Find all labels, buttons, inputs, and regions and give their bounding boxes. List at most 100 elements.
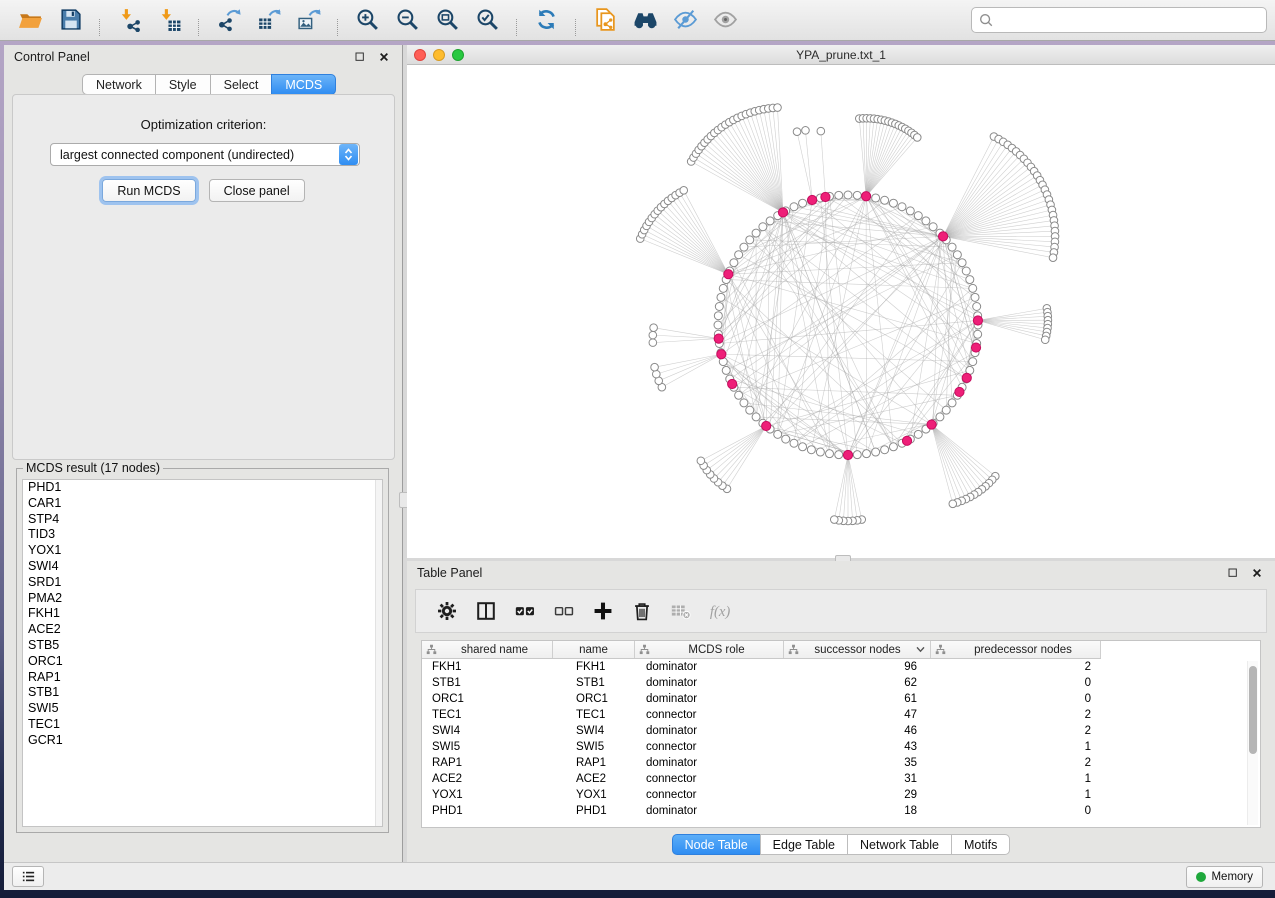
export-network-button[interactable] bbox=[211, 3, 245, 35]
mcds-result-item[interactable]: STP4 bbox=[23, 512, 382, 528]
table-cell[interactable]: FKH1 bbox=[553, 661, 635, 673]
mcds-result-item[interactable]: PMA2 bbox=[23, 591, 382, 607]
tab-select[interactable]: Select bbox=[210, 74, 272, 95]
tab-style[interactable]: Style bbox=[155, 74, 210, 95]
table-row[interactable]: STB1STB1dominator620 bbox=[422, 675, 1260, 691]
select-all-rows-button[interactable] bbox=[508, 594, 542, 628]
table-cell[interactable]: YOX1 bbox=[553, 789, 635, 801]
criterion-dropdown[interactable]: largest connected component (undirected) bbox=[50, 143, 360, 166]
mcds-result-item[interactable]: CAR1 bbox=[23, 496, 382, 512]
tab-edge-table[interactable]: Edge Table bbox=[760, 834, 847, 855]
mcds-result-item[interactable]: TEC1 bbox=[23, 717, 382, 733]
table-cell[interactable]: 1 bbox=[931, 741, 1101, 753]
mcds-result-item[interactable]: ORC1 bbox=[23, 654, 382, 670]
float-table-panel-icon[interactable] bbox=[1225, 565, 1241, 581]
search-input[interactable] bbox=[994, 10, 1260, 30]
mcds-result-item[interactable]: FKH1 bbox=[23, 606, 382, 622]
network-from-file-button[interactable] bbox=[588, 3, 622, 35]
table-cell[interactable]: 29 bbox=[784, 789, 931, 801]
mcds-result-item[interactable]: PHD1 bbox=[23, 480, 382, 496]
table-cell[interactable]: dominator bbox=[635, 757, 784, 769]
column-header-predecessor-nodes[interactable]: predecessor nodes bbox=[931, 641, 1101, 658]
table-cell[interactable]: 46 bbox=[784, 725, 931, 737]
table-cell[interactable]: 18 bbox=[784, 805, 931, 817]
open-session-button[interactable] bbox=[13, 3, 47, 35]
table-cell[interactable]: 2 bbox=[931, 709, 1101, 721]
table-cell[interactable]: YOX1 bbox=[422, 789, 553, 801]
tab-network[interactable]: Network bbox=[82, 74, 155, 95]
table-cell[interactable]: TEC1 bbox=[422, 709, 553, 721]
hide-graphics-button[interactable] bbox=[668, 3, 702, 35]
mcds-result-item[interactable]: STB5 bbox=[23, 638, 382, 654]
table-cell[interactable]: STB1 bbox=[553, 677, 635, 689]
table-cell[interactable]: 0 bbox=[931, 805, 1101, 817]
delete-table-button[interactable] bbox=[664, 594, 698, 628]
table-cell[interactable]: dominator bbox=[635, 805, 784, 817]
export-table-button[interactable] bbox=[251, 3, 285, 35]
table-cell[interactable]: 47 bbox=[784, 709, 931, 721]
table-cell[interactable]: SWI5 bbox=[422, 741, 553, 753]
table-scrollbar[interactable] bbox=[1247, 661, 1258, 825]
column-header-name[interactable]: name bbox=[553, 641, 635, 658]
table-row[interactable]: ACE2ACE2connector311 bbox=[422, 771, 1260, 787]
memory-button[interactable]: Memory bbox=[1186, 866, 1263, 888]
result-scrollbar[interactable] bbox=[375, 480, 382, 826]
column-view-button[interactable] bbox=[469, 594, 503, 628]
tab-mcds[interactable]: MCDS bbox=[271, 74, 336, 95]
table-cell[interactable]: 31 bbox=[784, 773, 931, 785]
table-cell[interactable]: ORC1 bbox=[553, 693, 635, 705]
column-header-successor-nodes[interactable]: successor nodes bbox=[784, 641, 931, 658]
table-row[interactable]: RAP1RAP1dominator352 bbox=[422, 755, 1260, 771]
table-cell[interactable]: ACE2 bbox=[553, 773, 635, 785]
close-table-panel-icon[interactable] bbox=[1249, 565, 1265, 581]
column-header-shared-name[interactable]: shared name bbox=[422, 641, 553, 658]
table-cell[interactable]: 2 bbox=[931, 661, 1101, 673]
tab-motifs[interactable]: Motifs bbox=[951, 834, 1010, 855]
mcds-result-item[interactable]: SWI4 bbox=[23, 559, 382, 575]
table-cell[interactable]: PHD1 bbox=[553, 805, 635, 817]
mcds-result-item[interactable]: GCR1 bbox=[23, 733, 382, 749]
table-row[interactable]: TEC1TEC1connector472 bbox=[422, 707, 1260, 723]
table-settings-button[interactable] bbox=[430, 594, 464, 628]
table-cell[interactable]: dominator bbox=[635, 693, 784, 705]
apply-layout-button[interactable] bbox=[529, 3, 563, 35]
network-graph[interactable] bbox=[407, 65, 1275, 558]
zoom-selected-button[interactable] bbox=[470, 3, 504, 35]
table-cell[interactable]: connector bbox=[635, 789, 784, 801]
mcds-result-item[interactable]: STB1 bbox=[23, 685, 382, 701]
save-session-button[interactable] bbox=[53, 3, 87, 35]
table-cell[interactable]: dominator bbox=[635, 677, 784, 689]
table-cell[interactable]: TEC1 bbox=[553, 709, 635, 721]
mcds-result-item[interactable]: SRD1 bbox=[23, 575, 382, 591]
table-cell[interactable]: dominator bbox=[635, 661, 784, 673]
deselect-all-rows-button[interactable] bbox=[547, 594, 581, 628]
table-scrollbar-thumb[interactable] bbox=[1249, 666, 1257, 754]
table-cell[interactable]: 61 bbox=[784, 693, 931, 705]
tab-network-table[interactable]: Network Table bbox=[847, 834, 951, 855]
function-builder-button[interactable]: f(x) bbox=[703, 594, 737, 628]
table-cell[interactable]: 1 bbox=[931, 789, 1101, 801]
add-column-button[interactable] bbox=[586, 594, 620, 628]
table-cell[interactable]: 62 bbox=[784, 677, 931, 689]
table-cell[interactable]: SWI4 bbox=[553, 725, 635, 737]
table-cell[interactable]: 35 bbox=[784, 757, 931, 769]
mcds-result-list[interactable]: PHD1CAR1STP4TID3YOX1SWI4SRD1PMA2FKH1ACE2… bbox=[22, 479, 383, 827]
table-cell[interactable]: PHD1 bbox=[422, 805, 553, 817]
table-cell[interactable]: 96 bbox=[784, 661, 931, 673]
export-image-button[interactable] bbox=[291, 3, 325, 35]
delete-column-button[interactable] bbox=[625, 594, 659, 628]
table-cell[interactable]: ACE2 bbox=[422, 773, 553, 785]
table-cell[interactable]: dominator bbox=[635, 725, 784, 737]
zoom-out-button[interactable] bbox=[390, 3, 424, 35]
search-network-button[interactable] bbox=[628, 3, 662, 35]
table-row[interactable]: SWI4SWI4dominator462 bbox=[422, 723, 1260, 739]
table-cell[interactable]: STB1 bbox=[422, 677, 553, 689]
table-cell[interactable]: FKH1 bbox=[422, 661, 553, 673]
table-cell[interactable]: connector bbox=[635, 709, 784, 721]
table-row[interactable]: ORC1ORC1dominator610 bbox=[422, 691, 1260, 707]
table-cell[interactable]: 0 bbox=[931, 693, 1101, 705]
table-row[interactable]: SWI5SWI5connector431 bbox=[422, 739, 1260, 755]
show-graphics-button[interactable] bbox=[708, 3, 742, 35]
table-row[interactable]: YOX1YOX1connector291 bbox=[422, 787, 1260, 803]
tab-node-table[interactable]: Node Table bbox=[672, 834, 760, 855]
